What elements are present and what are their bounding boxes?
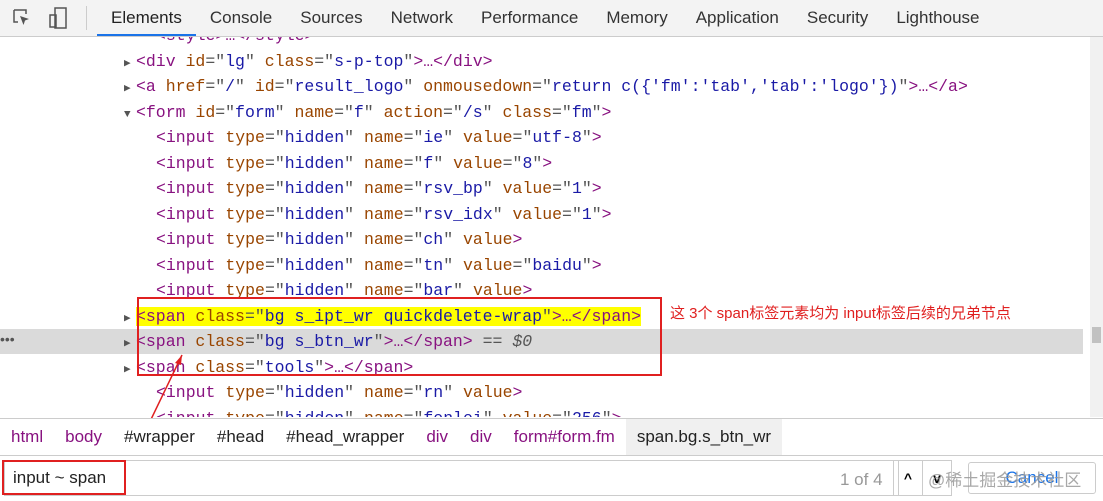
breadcrumb-item[interactable]: #wrapper bbox=[113, 419, 206, 455]
breadcrumb-item[interactable]: #head bbox=[206, 419, 275, 455]
breadcrumb-item[interactable]: div bbox=[459, 419, 503, 455]
breadcrumb-item[interactable]: body bbox=[54, 419, 113, 455]
breadcrumb-item[interactable]: #head_wrapper bbox=[275, 419, 415, 455]
search-input[interactable]: input ~ span bbox=[4, 460, 899, 496]
breadcrumb-item[interactable]: span.bg.s_btn_wr bbox=[625, 419, 783, 455]
match-count: 1 of 4 bbox=[840, 470, 883, 489]
breadcrumb-item[interactable]: form#form.fm bbox=[503, 419, 626, 455]
previous-match-button[interactable]: ^ bbox=[893, 460, 923, 496]
breadcrumb-item[interactable]: html bbox=[0, 419, 54, 455]
breadcrumb: html body #wrapper #head #head_wrapper div div… bbox=[0, 418, 1103, 456]
watermark: @稀土掘金技术社区 bbox=[928, 471, 1082, 490]
search-highlight-box bbox=[2, 460, 126, 495]
breadcrumb-item[interactable]: div bbox=[415, 419, 459, 455]
